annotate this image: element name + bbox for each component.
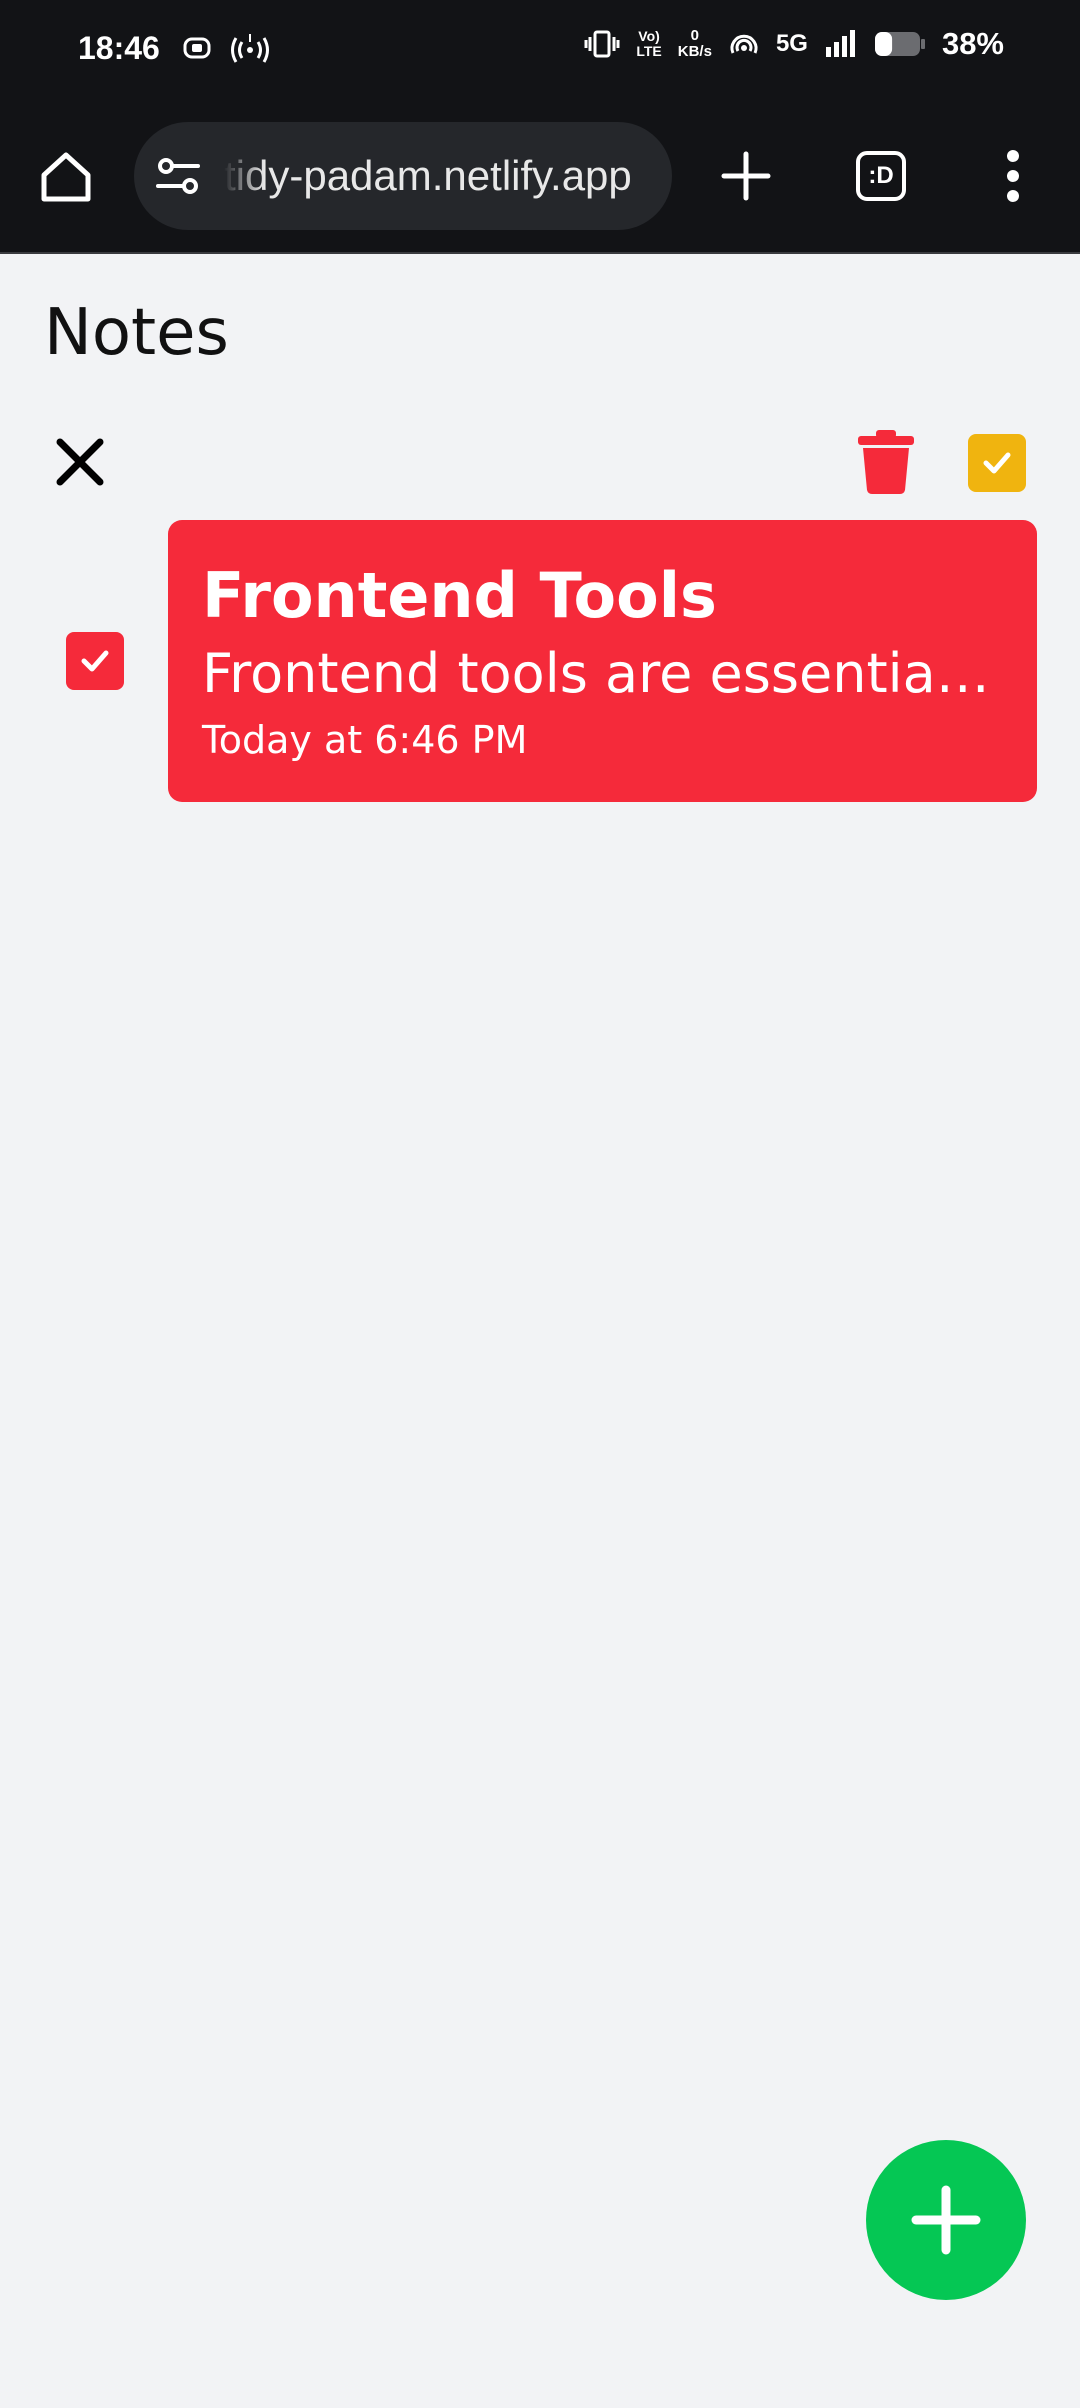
status-left-icons bbox=[182, 32, 270, 64]
home-icon bbox=[41, 152, 91, 202]
note-body: Frontend tools are essential for modern … bbox=[202, 642, 1002, 705]
check-icon bbox=[81, 650, 109, 672]
site-settings-button[interactable] bbox=[154, 152, 204, 202]
plus-icon bbox=[911, 2185, 981, 2255]
hotspot-icon bbox=[231, 34, 269, 63]
network-speed-unit: KB/s bbox=[677, 43, 712, 60]
home-button[interactable] bbox=[36, 147, 96, 207]
close-icon bbox=[56, 438, 104, 486]
plus-icon bbox=[721, 151, 771, 201]
status-bar: 18:46 Vo) LTE 0 KB/s 5G 38% bbox=[0, 0, 1080, 100]
check-icon bbox=[983, 452, 1011, 474]
screen-record-icon bbox=[183, 37, 211, 59]
tab-switcher-button[interactable]: :D bbox=[856, 151, 906, 201]
address-bar[interactable]: tidy-padam.netlify.app bbox=[134, 122, 672, 230]
select-all-checkbox[interactable] bbox=[968, 434, 1026, 492]
volte-indicator: Vo) LTE bbox=[636, 29, 661, 59]
cell-signal-icon bbox=[825, 30, 855, 57]
network-type: 5G bbox=[775, 30, 808, 57]
more-vert-icon bbox=[1007, 150, 1019, 202]
note-timestamp: Today at 6:46 PM bbox=[202, 718, 528, 762]
network-speed-value: 0 bbox=[690, 27, 700, 44]
trash-icon bbox=[858, 430, 914, 494]
volte-bottom: LTE bbox=[636, 43, 662, 59]
url-value: tidy-padam.netlify.app bbox=[224, 152, 632, 199]
battery-icon bbox=[874, 32, 925, 56]
delete-selected-button[interactable] bbox=[856, 428, 916, 496]
add-note-button[interactable] bbox=[866, 2140, 1026, 2300]
network-speed: 0 KB/s bbox=[678, 28, 712, 60]
wifi-signal-icon bbox=[730, 34, 758, 54]
new-tab-button[interactable] bbox=[716, 146, 776, 206]
url-text[interactable]: tidy-padam.netlify.app bbox=[224, 152, 672, 200]
note-title: Frontend Tools bbox=[202, 559, 717, 632]
browser-menu-button[interactable] bbox=[998, 146, 1028, 206]
note-select-checkbox[interactable] bbox=[66, 632, 124, 690]
page-title: Notes bbox=[44, 296, 229, 370]
exit-selection-button[interactable] bbox=[52, 434, 108, 490]
browser-toolbar: tidy-padam.netlify.app :D bbox=[0, 100, 1080, 254]
volte-top: Vo) bbox=[638, 28, 660, 44]
status-time: 18:46 bbox=[78, 30, 160, 66]
tab-switcher-label: :D bbox=[868, 162, 894, 189]
battery-percent: 38% bbox=[941, 26, 1004, 61]
vibrate-icon bbox=[584, 30, 620, 58]
status-right-icons: Vo) LTE 0 KB/s 5G 38% bbox=[584, 26, 1004, 62]
tune-icon bbox=[156, 158, 200, 194]
note-card[interactable]: Frontend Tools Frontend tools are essent… bbox=[168, 520, 1037, 802]
